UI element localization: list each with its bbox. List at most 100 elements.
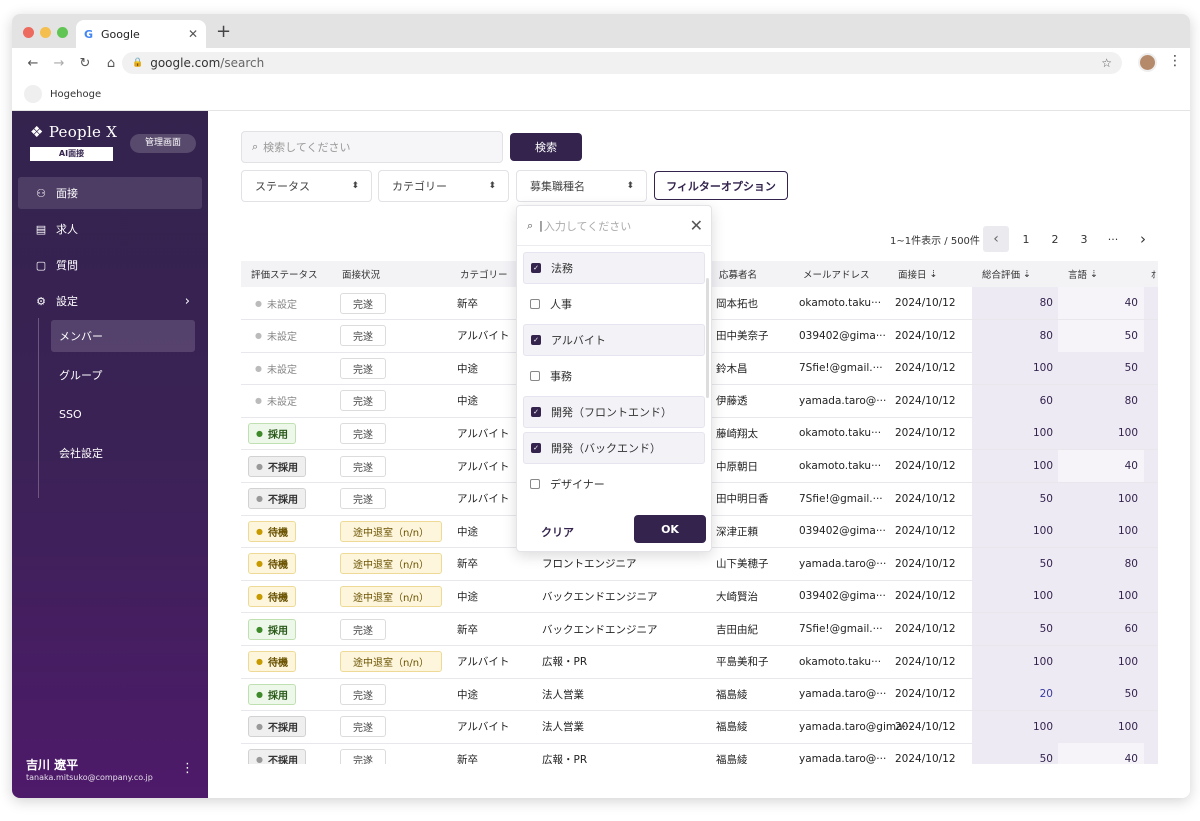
clear-button[interactable]: クリア	[541, 524, 574, 540]
option-label: アルバイト	[551, 334, 606, 347]
close-window-dot[interactable]	[23, 27, 34, 38]
applicant-name[interactable]: 山下美穂子	[716, 548, 769, 580]
sidebar-item-questions[interactable]: ▢ 質問	[18, 249, 202, 281]
page-1[interactable]: 1	[1013, 226, 1039, 252]
page-2[interactable]: 2	[1042, 226, 1068, 252]
sidebar-subitem-groups[interactable]: グループ	[51, 359, 195, 391]
progress-cell: 完遂	[340, 320, 386, 352]
checkbox-unchecked-icon[interactable]	[530, 371, 540, 381]
applicant-name[interactable]: 藤崎翔太	[716, 417, 758, 449]
checkbox-checked-icon[interactable]: ✓	[531, 443, 541, 453]
applicant-name[interactable]: 吉田由紀	[716, 613, 758, 645]
admin-screen-button[interactable]: 管理画面	[130, 134, 196, 153]
sort-icon[interactable]: ⇣	[930, 269, 938, 280]
applicant-name[interactable]: 岡本拓也	[716, 287, 758, 319]
applicant-name[interactable]: 中原朝日	[716, 450, 758, 482]
url-path: /search	[220, 56, 265, 70]
col-date[interactable]: 面接日 ⇣	[898, 261, 938, 287]
profile-avatar[interactable]	[1138, 53, 1157, 72]
checkbox-checked-icon[interactable]: ✓	[531, 407, 541, 417]
search-input[interactable]: ⌕ 検索してください	[241, 131, 503, 163]
maximize-window-dot[interactable]	[57, 27, 68, 38]
option-item[interactable]: ✓ 開発（バックエンド）	[523, 432, 705, 464]
sidebar-item-jobs[interactable]: ▤ 求人	[18, 213, 202, 245]
new-tab-icon[interactable]: +	[216, 21, 231, 42]
minimize-window-dot[interactable]	[40, 27, 51, 38]
table-row[interactable]: ● 待機 途中退室（n/n） 中途 バックエンドエンジニア 大崎賢治 039402@gima…	[241, 580, 1158, 614]
forward-icon[interactable]: →	[46, 56, 72, 71]
browser-menu-icon[interactable]: ⋮	[1168, 53, 1182, 69]
applicant-name[interactable]: 福島綾	[716, 678, 748, 710]
applicant-name[interactable]: 大崎賢治	[716, 580, 758, 612]
reload-icon[interactable]: ↻	[72, 56, 98, 71]
option-item[interactable]: ✓ アルバイト	[523, 324, 705, 356]
sort-icon[interactable]: ⇣	[1023, 269, 1031, 280]
col-email[interactable]: メールアドレス	[803, 261, 870, 287]
search-button[interactable]: 検索	[510, 133, 582, 161]
sidebar-item-settings[interactable]: ⚙ 設定 ›	[18, 285, 202, 317]
applicant-name[interactable]: 福島綾	[716, 711, 748, 743]
table-row[interactable]: ● 採用 完遂 中途 法人営業 福島綾 yamada.taro@··· 2024/10/12 2…	[241, 678, 1158, 712]
sidebar-item-interview[interactable]: ⚇ 面接	[18, 177, 202, 209]
page-ellipsis[interactable]: ···	[1100, 226, 1126, 252]
sidebar-subitem-sso[interactable]: SSO	[51, 398, 195, 430]
user-menu-icon[interactable]: ⋮	[181, 761, 194, 776]
url-field[interactable]: 🔒 google.com/search ☆	[122, 52, 1122, 74]
option-item[interactable]: デザイナー	[523, 468, 705, 500]
bookmark-item[interactable]: Hogehoge	[50, 89, 101, 100]
status-label: 不採用	[267, 495, 298, 507]
option-item[interactable]: ✓ 開発（フロントエンド）	[523, 396, 705, 428]
applicant-name[interactable]: 深津正頼	[716, 515, 758, 547]
logo-diamond-icon: ❖	[30, 123, 44, 141]
popover-scrollbar[interactable]	[706, 278, 709, 398]
category-cell: 中途	[457, 590, 478, 603]
sidebar-subitem-members[interactable]: メンバー	[51, 320, 195, 352]
job-select[interactable]: 募集職種名 ⬍	[516, 170, 647, 202]
status-dot-icon: ●	[255, 331, 262, 341]
col-total[interactable]: 総合評価 ⇣	[982, 261, 1031, 287]
prev-page-icon[interactable]: ‹	[983, 226, 1009, 252]
ok-button[interactable]: OK	[634, 515, 706, 543]
table-row[interactable]: ● 採用 完遂 新卒 バックエンドエンジニア 吉田由紀 7Sfie!@gmail.··· 20…	[241, 613, 1158, 646]
checkbox-unchecked-icon[interactable]	[530, 479, 540, 489]
popover-search-input[interactable]: ⌕ | 入力してください ✕	[517, 206, 713, 246]
col-progress[interactable]: 面接状況	[342, 261, 380, 287]
bookmark-star-icon[interactable]: ☆	[1101, 56, 1112, 70]
total-score: 100	[1032, 655, 1053, 668]
close-icon[interactable]: ✕	[690, 216, 703, 235]
status-select[interactable]: ステータス ⬍	[241, 170, 372, 202]
table-row[interactable]: ● 待機 途中退室（n/n） 新卒 フロントエンジニア 山下美穂子 yamada.taro@…	[241, 547, 1158, 581]
applicant-name[interactable]: 福島綾	[716, 743, 748, 764]
checkbox-unchecked-icon[interactable]	[530, 299, 540, 309]
option-item[interactable]: 人事	[523, 288, 705, 320]
sort-icon[interactable]: ⇣	[1090, 269, 1098, 280]
applicant-name[interactable]: 田中美奈子	[716, 320, 769, 352]
back-icon[interactable]: ←	[20, 56, 46, 71]
applicant-name[interactable]: 鈴木昌	[716, 352, 748, 384]
table-row[interactable]: ● 不採用 完遂 新卒 広報・PR 福島綾 yamada.taro@··· 2024/10/1…	[241, 743, 1158, 764]
home-icon[interactable]: ⌂	[98, 56, 124, 71]
applicant-name[interactable]: 平島美和子	[716, 646, 769, 678]
applicant-name[interactable]: 田中明日香	[716, 483, 769, 515]
table-row[interactable]: ● 待機 途中退室（n/n） アルバイト 広報・PR 平島美和子 okamoto.taku·…	[241, 645, 1158, 679]
option-item[interactable]: 事務	[523, 360, 705, 392]
applicant-name[interactable]: 伊藤透	[716, 385, 748, 417]
option-item[interactable]: ✓ 法務	[523, 252, 705, 284]
tab-close-icon[interactable]: ✕	[188, 27, 198, 41]
checkbox-checked-icon[interactable]: ✓	[531, 335, 541, 345]
filter-options-button[interactable]: フィルターオプション	[654, 171, 788, 200]
email-cell: yamada.taro@···	[799, 394, 887, 407]
table-row[interactable]: ● 不採用 完遂 アルバイト 法人営業 福島綾 yamada.taro@gima··· 202…	[241, 710, 1158, 744]
next-page-icon[interactable]: ›	[1130, 226, 1156, 252]
progress-badge: 途中退室（n/n）	[340, 651, 443, 673]
browser-tab[interactable]: G Google ✕	[76, 20, 206, 48]
page-3[interactable]: 3	[1071, 226, 1097, 252]
col-eval-status[interactable]: 評価ステータス	[251, 261, 318, 287]
sidebar-subitem-company[interactable]: 会社設定	[51, 437, 195, 469]
checkbox-checked-icon[interactable]: ✓	[531, 263, 541, 273]
col-language[interactable]: 言語 ⇣	[1068, 261, 1098, 287]
category-select[interactable]: カテゴリー ⬍	[378, 170, 509, 202]
col-category[interactable]: カテゴリー	[460, 261, 508, 287]
eval-status-cell: ● 採用	[248, 613, 296, 645]
col-applicant[interactable]: 応募者名	[719, 261, 757, 287]
